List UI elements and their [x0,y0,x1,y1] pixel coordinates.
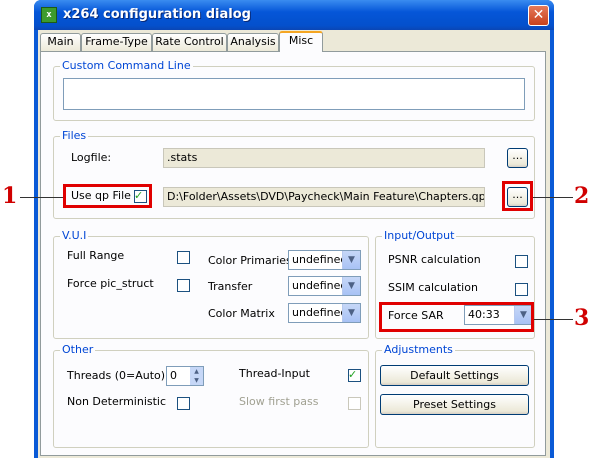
force-pic-struct-checkbox[interactable] [177,279,190,292]
callout-line-1 [20,197,63,198]
callout-line-3 [534,319,573,320]
selected-value: undefined [292,279,348,292]
title-bar[interactable]: x x264 configuration dialog ✕ [34,0,554,30]
group-legend: Files [60,129,89,142]
chevron-down-icon[interactable]: ▼ [342,251,360,269]
selected-value: undefined [292,306,348,319]
preset-settings-button[interactable]: Preset Settings [380,394,529,415]
selected-value: undefined [292,253,348,266]
misc-tab-panel: Custom Command Line Files Logfile: .stat… [40,51,546,456]
ssim-checkbox[interactable] [515,283,528,296]
callout-number-1: 1 [2,183,18,209]
logfile-label: Logfile: [71,151,112,164]
spinner-arrows-icon[interactable]: ▲ ▼ [190,367,203,385]
transfer-label: Transfer [208,280,253,293]
vui-group: V.U.I Full Range Force pic_struct Color … [53,229,369,339]
x264-app-icon: x [41,7,57,23]
dialog-client: Main Frame-Type Rate Control Analysis Mi… [38,30,550,458]
group-legend: Other [60,343,96,356]
chevron-down-icon[interactable]: ▼ [342,304,360,322]
tab-misc[interactable]: Misc [279,31,323,52]
custom-command-line-input[interactable] [63,78,525,110]
group-legend: Input/Output [382,229,457,242]
adjustments-group: Adjustments Default Settings Preset Sett… [375,343,535,448]
group-legend: V.U.I [60,229,89,242]
logfile-field[interactable]: .stats [163,148,485,168]
close-button[interactable]: ✕ [528,5,549,26]
threads-value: 0 [170,369,177,382]
callout-line-2 [533,197,573,198]
group-legend: Adjustments [382,343,455,356]
psnr-label: PSNR calculation [388,253,481,266]
non-deterministic-label: Non Deterministic [67,395,167,408]
psnr-checkbox[interactable] [515,255,528,268]
transfer-select[interactable]: undefined ▼ [288,276,361,296]
dialog-window: x x264 configuration dialog ✕ Main Frame… [34,0,554,458]
chevron-down-icon[interactable]: ▼ [342,277,360,295]
window-title: x264 configuration dialog [63,7,251,22]
logfile-browse-button[interactable]: ... [507,148,528,168]
highlight-qp-browse [502,181,533,211]
callout-number-3: 3 [574,305,590,331]
threads-label: Threads (0=Auto) [67,369,166,382]
qp-file-field[interactable]: D:\Folder\Assets\DVD\Paycheck\Main Featu… [163,187,485,207]
other-group: Other Threads (0=Auto) 0 ▲ ▼ Thread-Input… [53,343,369,448]
color-primaries-select[interactable]: undefined ▼ [288,250,361,270]
checkmark-icon: ✓ [348,368,358,381]
custom-command-line-group: Custom Command Line [53,59,535,121]
callout-number-2: 2 [574,183,590,209]
ssim-label: SSIM calculation [388,281,478,294]
color-primaries-label: Color Primaries [208,254,292,267]
full-range-checkbox[interactable] [177,251,190,264]
thread-input-checkbox[interactable]: ✓ [348,368,361,382]
threads-spinner[interactable]: 0 ▲ ▼ [166,366,204,386]
color-matrix-label: Color Matrix [208,307,275,320]
tab-rate-control[interactable]: Rate Control [152,33,227,51]
tab-analysis[interactable]: Analysis [227,33,279,51]
highlight-force-sar [379,302,534,332]
slow-first-pass-label: Slow first pass [239,395,319,408]
non-deterministic-checkbox[interactable] [177,397,190,410]
default-settings-button[interactable]: Default Settings [380,365,529,386]
slow-first-pass-checkbox [348,397,361,410]
tab-frame-type[interactable]: Frame-Type [81,33,152,51]
highlight-use-qp-file [63,184,152,208]
tab-main[interactable]: Main [40,33,81,51]
full-range-label: Full Range [67,249,125,262]
thread-input-label: Thread-Input [239,367,310,380]
color-matrix-select[interactable]: undefined ▼ [288,303,361,323]
force-pic-struct-label: Force pic_struct [67,277,154,290]
group-legend: Custom Command Line [60,59,193,72]
